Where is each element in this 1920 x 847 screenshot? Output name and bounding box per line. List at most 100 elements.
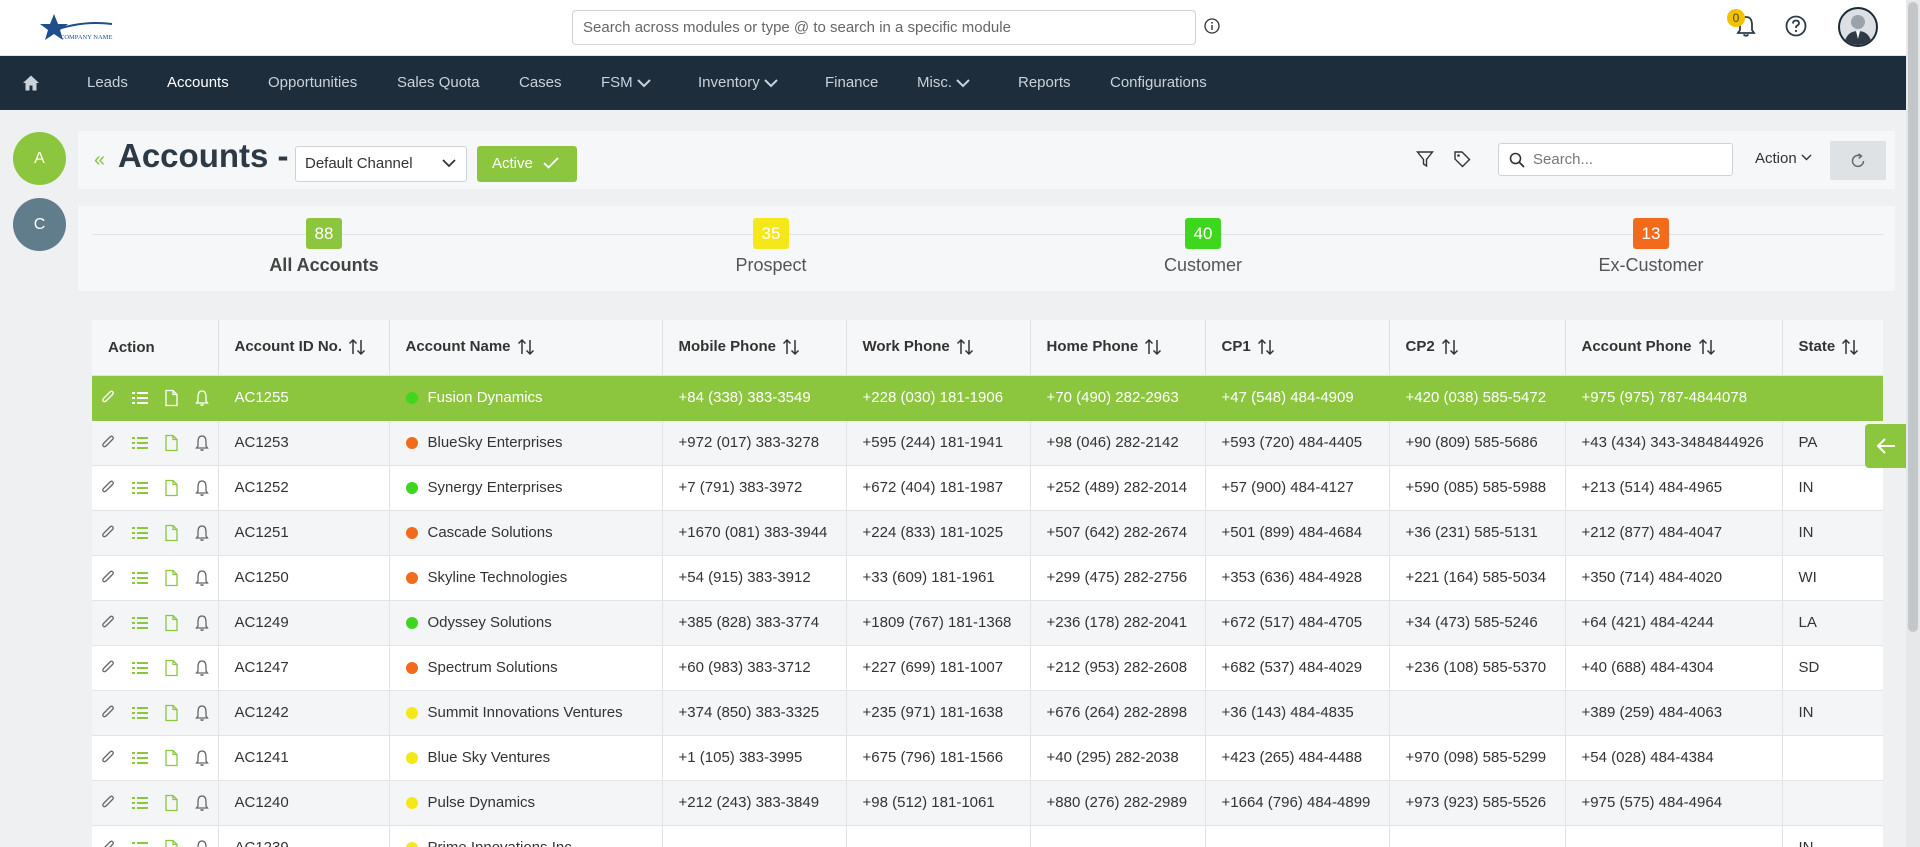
document-icon[interactable] bbox=[162, 659, 180, 677]
bell-icon[interactable] bbox=[193, 389, 211, 407]
nav-item-leads[interactable]: Leads bbox=[87, 56, 128, 110]
nav-item-inventory[interactable]: Inventory bbox=[698, 56, 778, 110]
user-avatar[interactable] bbox=[1838, 7, 1878, 47]
list-icon[interactable] bbox=[131, 614, 149, 632]
nav-item-opportunities[interactable]: Opportunities bbox=[268, 56, 357, 110]
cell-id[interactable]: AC1252 bbox=[218, 465, 390, 511]
document-icon[interactable] bbox=[162, 839, 180, 847]
stat-tab-ex-customer[interactable]: 13 Ex-Customer bbox=[1541, 218, 1761, 276]
list-icon[interactable] bbox=[131, 839, 149, 847]
list-icon[interactable] bbox=[131, 659, 149, 677]
cell-id[interactable]: AC1239 bbox=[218, 825, 390, 847]
attach-icon[interactable] bbox=[100, 569, 118, 587]
attach-icon[interactable] bbox=[100, 479, 118, 497]
document-icon[interactable] bbox=[162, 434, 180, 452]
nav-item-sales-quota[interactable]: Sales Quota bbox=[397, 56, 480, 110]
channel-select[interactable]: Default Channel bbox=[295, 146, 467, 182]
attach-icon[interactable] bbox=[100, 794, 118, 812]
attach-icon[interactable] bbox=[100, 389, 118, 407]
document-icon[interactable] bbox=[162, 614, 180, 632]
bell-icon[interactable] bbox=[193, 659, 211, 677]
nav-item-fsm[interactable]: FSM bbox=[601, 56, 651, 110]
sort-icon[interactable] bbox=[956, 338, 974, 356]
tag-icon[interactable] bbox=[1453, 150, 1471, 168]
cell-name[interactable]: Blue Sky Ventures bbox=[389, 735, 663, 781]
column-header-work-phone[interactable]: Work Phone bbox=[846, 320, 1031, 376]
document-icon[interactable] bbox=[162, 479, 180, 497]
list-icon[interactable] bbox=[131, 479, 149, 497]
attach-icon[interactable] bbox=[100, 614, 118, 632]
attach-icon[interactable] bbox=[100, 839, 118, 847]
page-scrollbar[interactable] bbox=[1906, 0, 1920, 847]
cell-id[interactable]: AC1253 bbox=[218, 420, 390, 466]
document-icon[interactable] bbox=[162, 749, 180, 767]
cell-id[interactable]: AC1255 bbox=[218, 375, 390, 421]
cell-name[interactable]: Skyline Technologies bbox=[389, 555, 663, 601]
filter-icon[interactable] bbox=[1416, 150, 1434, 168]
column-header-account-id-no[interactable]: Account ID No. bbox=[218, 320, 390, 376]
bell-icon[interactable] bbox=[193, 794, 211, 812]
sort-icon[interactable] bbox=[1841, 338, 1859, 356]
sort-icon[interactable] bbox=[1441, 338, 1459, 356]
home-icon[interactable] bbox=[22, 74, 40, 92]
refresh-button[interactable] bbox=[1830, 141, 1886, 180]
sort-icon[interactable] bbox=[348, 338, 366, 356]
list-icon[interactable] bbox=[131, 434, 149, 452]
document-icon[interactable] bbox=[162, 794, 180, 812]
column-header-account-name[interactable]: Account Name bbox=[389, 320, 663, 376]
column-header-cp2[interactable]: CP2 bbox=[1389, 320, 1566, 376]
action-menu[interactable]: Action bbox=[1755, 150, 1812, 167]
document-icon[interactable] bbox=[162, 569, 180, 587]
cell-name[interactable]: Summit Innovations Ventures bbox=[389, 690, 663, 736]
cell-name[interactable]: BlueSky Enterprises bbox=[389, 420, 663, 466]
table-row[interactable]: AC1252 Synergy Enterprises +7 (791) 383-39… bbox=[92, 465, 1883, 511]
cell-name[interactable]: Spectrum Solutions bbox=[389, 645, 663, 691]
stat-tab-all-accounts[interactable]: 88 All Accounts bbox=[214, 218, 434, 276]
collapse-icon[interactable]: « bbox=[94, 149, 105, 172]
sort-icon[interactable] bbox=[782, 338, 800, 356]
nav-item-finance[interactable]: Finance bbox=[825, 56, 878, 110]
table-row[interactable]: AC1239 Prime Innovations Inc IN bbox=[92, 825, 1883, 847]
table-row[interactable]: AC1247 Spectrum Solutions +60 (983) 383-37… bbox=[92, 645, 1883, 691]
side-panel-toggle[interactable] bbox=[1865, 424, 1906, 468]
cell-id[interactable]: AC1242 bbox=[218, 690, 390, 736]
list-icon[interactable] bbox=[131, 569, 149, 587]
table-row[interactable]: AC1253 BlueSky Enterprises +972 (017) 383-… bbox=[92, 420, 1883, 466]
document-icon[interactable] bbox=[162, 524, 180, 542]
cell-name[interactable]: Prime Innovations Inc bbox=[389, 825, 663, 847]
document-icon[interactable] bbox=[162, 389, 180, 407]
global-search-input[interactable]: Search across modules or type @ to searc… bbox=[572, 10, 1196, 45]
cell-name[interactable]: Synergy Enterprises bbox=[389, 465, 663, 511]
rail-avatar-a[interactable]: A bbox=[13, 132, 66, 185]
stat-tab-prospect[interactable]: 35 Prospect bbox=[661, 218, 881, 276]
column-header-cp1[interactable]: CP1 bbox=[1205, 320, 1390, 376]
list-search-input[interactable]: Search... bbox=[1498, 143, 1733, 176]
column-header-account-phone[interactable]: Account Phone bbox=[1565, 320, 1783, 376]
help-icon[interactable] bbox=[1785, 15, 1807, 37]
table-row[interactable]: AC1242 Summit Innovations Ventures +374 (8… bbox=[92, 690, 1883, 736]
table-row[interactable]: AC1250 Skyline Technologies +54 (915) 383-… bbox=[92, 555, 1883, 601]
bell-icon[interactable] bbox=[193, 479, 211, 497]
cell-id[interactable]: AC1250 bbox=[218, 555, 390, 601]
attach-icon[interactable] bbox=[100, 749, 118, 767]
sort-icon[interactable] bbox=[1698, 338, 1716, 356]
bell-icon[interactable] bbox=[193, 704, 211, 722]
attach-icon[interactable] bbox=[100, 704, 118, 722]
table-row[interactable]: AC1251 Cascade Solutions +1670 (081) 383-3… bbox=[92, 510, 1883, 556]
attach-icon[interactable] bbox=[100, 524, 118, 542]
bell-icon[interactable] bbox=[193, 749, 211, 767]
table-row[interactable]: AC1249 Odyssey Solutions +385 (828) 383-37… bbox=[92, 600, 1883, 646]
column-header-home-phone[interactable]: Home Phone bbox=[1030, 320, 1206, 376]
list-icon[interactable] bbox=[131, 794, 149, 812]
company-logo[interactable]: COMPANY NAME bbox=[40, 10, 116, 47]
cell-name[interactable]: Cascade Solutions bbox=[389, 510, 663, 556]
sort-icon[interactable] bbox=[1144, 338, 1162, 356]
rail-avatar-c[interactable]: C bbox=[13, 198, 66, 251]
cell-name[interactable]: Fusion Dynamics bbox=[389, 375, 663, 421]
nav-item-accounts[interactable]: Accounts bbox=[167, 56, 229, 110]
list-icon[interactable] bbox=[131, 704, 149, 722]
bell-icon[interactable] bbox=[193, 614, 211, 632]
list-icon[interactable] bbox=[131, 524, 149, 542]
nav-item-cases[interactable]: Cases bbox=[519, 56, 562, 110]
table-row[interactable]: AC1240 Pulse Dynamics +212 (243) 383-3849 +… bbox=[92, 780, 1883, 826]
